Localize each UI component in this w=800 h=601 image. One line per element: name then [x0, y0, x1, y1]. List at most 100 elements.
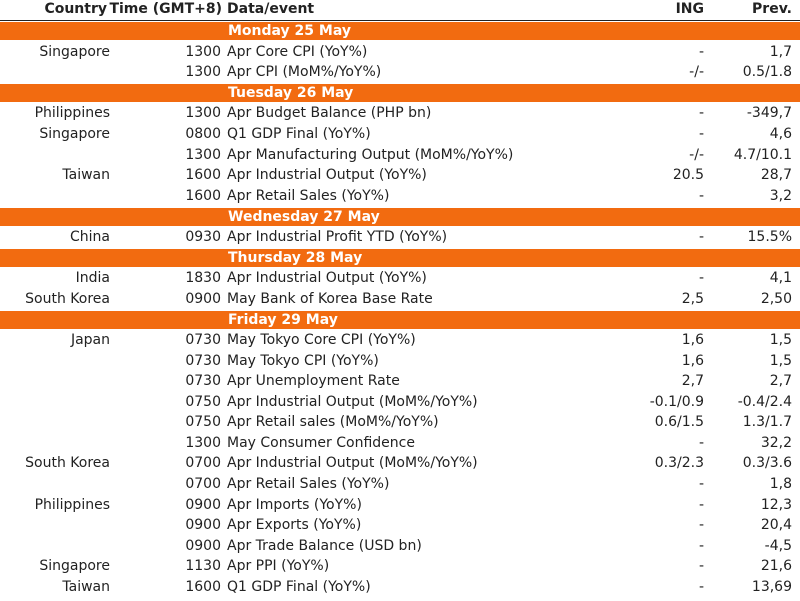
cell-prev: 20,4 — [760, 517, 792, 534]
cell-prev: 2,50 — [760, 290, 792, 307]
cell-ing: -/- — [689, 146, 704, 163]
table-row: Taiwan 1600 Q1 GDP Final (YoY%) - 13,69 — [0, 577, 800, 598]
header-country: Country — [44, 1, 107, 17]
cell-time: 0730 — [185, 373, 221, 390]
cell-event: Apr Industrial Output (YoY%) — [227, 270, 427, 287]
cell-event: Q1 GDP Final (YoY%) — [227, 125, 371, 142]
cell-country: Singapore — [39, 125, 110, 142]
cell-time: 0700 — [185, 455, 221, 472]
table-row: 0900 Apr Trade Balance (USD bn) - -4,5 — [0, 536, 800, 557]
cell-ing: - — [698, 496, 704, 513]
day-label: Tuesday 26 May — [228, 85, 354, 102]
cell-time: 0900 — [185, 517, 221, 534]
header-event: Data/event — [227, 1, 315, 17]
cell-event: Apr Unemployment Rate — [227, 373, 400, 390]
cell-prev: 4,1 — [769, 270, 792, 287]
cell-ing: 1,6 — [681, 352, 704, 369]
cell-country: Philippines — [34, 105, 110, 122]
table-row: Philippines 0900 Apr Imports (YoY%) - 12,3 — [0, 495, 800, 516]
cell-time: 1300 — [185, 434, 221, 451]
cell-time: 0930 — [185, 228, 221, 245]
table-row: Taiwan 1600 Apr Industrial Output (YoY%) 20… — [0, 165, 800, 186]
table-header: Country Time (GMT+8) Data/event ING Prev… — [0, 0, 800, 21]
cell-prev: 32,2 — [760, 434, 792, 451]
cell-event: Apr Retail sales (MoM%/YoY%) — [227, 414, 439, 431]
cell-prev: 1,5 — [769, 352, 792, 369]
cell-event: Apr CPI (MoM%/YoY%) — [227, 64, 382, 81]
cell-time: 1830 — [185, 270, 221, 287]
cell-country: Taiwan — [62, 167, 110, 184]
cell-ing: - — [698, 558, 704, 575]
cell-event: Apr Budget Balance (PHP bn) — [227, 105, 432, 122]
table-row: Japan 0730 May Tokyo Core CPI (YoY%) 1,6 1,5 — [0, 330, 800, 351]
cell-prev: 4.7/10.1 — [733, 146, 792, 163]
cell-country: Singapore — [39, 558, 110, 575]
cell-event: Apr Retail Sales (YoY%) — [227, 187, 390, 204]
cell-country: India — [75, 270, 110, 287]
day-banner: Monday 25 May — [0, 22, 800, 41]
cell-event: May Tokyo CPI (YoY%) — [227, 352, 379, 369]
table-row: Singapore 0800 Q1 GDP Final (YoY%) - 4,6 — [0, 124, 800, 145]
table-row: China 0930 Apr Industrial Profit YTD (YoY%… — [0, 227, 800, 248]
cell-time: 1600 — [185, 167, 221, 184]
cell-ing: - — [698, 187, 704, 204]
table-row: 0700 Apr Retail Sales (YoY%) - 1,8 — [0, 474, 800, 495]
cell-prev: 4,6 — [769, 125, 792, 142]
table-row: South Korea 0700 Apr Industrial Output (Mo… — [0, 453, 800, 474]
cell-event: Apr Retail Sales (YoY%) — [227, 476, 390, 493]
cell-time: 0730 — [185, 331, 221, 348]
header-ing: ING — [675, 1, 704, 17]
cell-ing: - — [698, 476, 704, 493]
cell-time: 0700 — [185, 476, 221, 493]
header-prev: Prev. — [752, 1, 792, 17]
cell-prev: 3,2 — [769, 187, 792, 204]
cell-event: Apr PPI (YoY%) — [227, 558, 330, 575]
cell-time: 0900 — [185, 290, 221, 307]
cell-event: Apr Core CPI (YoY%) — [227, 43, 368, 60]
cell-prev: 1,5 — [769, 331, 792, 348]
cell-country: Taiwan — [62, 579, 110, 596]
cell-prev: 1,8 — [769, 476, 792, 493]
table-row: 0750 Apr Industrial Output (MoM%/YoY%) -0.… — [0, 392, 800, 413]
table-row: Philippines 1300 Apr Budget Balance (PHP b… — [0, 103, 800, 124]
cell-event: Apr Industrial Output (MoM%/YoY%) — [227, 393, 478, 410]
day-label: Monday 25 May — [228, 23, 351, 40]
day-banner: Thursday 28 May — [0, 248, 800, 267]
cell-prev: 13,69 — [751, 579, 792, 596]
cell-country: Japan — [70, 331, 110, 348]
day-banner: Wednesday 27 May — [0, 207, 800, 226]
table-row: 1300 Apr CPI (MoM%/YoY%) -/- 0.5/1.8 — [0, 62, 800, 83]
cell-time: 1600 — [185, 187, 221, 204]
cell-prev: 12,3 — [760, 496, 792, 513]
cell-country: South Korea — [25, 455, 110, 472]
table-row: Singapore 1300 Apr Core CPI (YoY%) - 1,7 — [0, 42, 800, 63]
cell-event: May Bank of Korea Base Rate — [227, 290, 433, 307]
cell-country: South Korea — [25, 290, 110, 307]
cell-prev: 1.3/1.7 — [742, 414, 792, 431]
table-row: 0750 Apr Retail sales (MoM%/YoY%) 0.6/1.5 1… — [0, 412, 800, 433]
header-time: Time (GMT+8) — [109, 1, 222, 17]
cell-ing: 2,5 — [681, 290, 704, 307]
table-row: Singapore 1130 Apr PPI (YoY%) - 21,6 — [0, 556, 800, 577]
cell-event: Apr Trade Balance (USD bn) — [227, 537, 422, 554]
cell-prev: 15.5% — [747, 228, 792, 245]
cell-ing: - — [698, 105, 704, 122]
table-row: 0900 Apr Exports (YoY%) - 20,4 — [0, 515, 800, 536]
table-row: South Korea 0900 May Bank of Korea Base Ra… — [0, 289, 800, 310]
cell-prev: -0.4/2.4 — [737, 393, 792, 410]
table-row: 1600 Apr Retail Sales (YoY%) - 3,2 — [0, 186, 800, 207]
cell-event: Apr Imports (YoY%) — [227, 496, 362, 513]
cell-ing: - — [698, 270, 704, 287]
cell-ing: 2,7 — [681, 373, 704, 390]
cell-country: China — [70, 228, 110, 245]
cell-time: 1130 — [185, 558, 221, 575]
cell-time: 0800 — [185, 125, 221, 142]
cell-ing: - — [698, 434, 704, 451]
table-row: 1300 Apr Manufacturing Output (MoM%/YoY%)… — [0, 145, 800, 166]
cell-event: Q1 GDP Final (YoY%) — [227, 579, 371, 596]
cell-prev: 0.3/3.6 — [742, 455, 792, 472]
cell-time: 1300 — [185, 146, 221, 163]
cell-ing: - — [698, 517, 704, 534]
table-row: 0730 Apr Unemployment Rate 2,7 2,7 — [0, 371, 800, 392]
cell-ing: 20.5 — [672, 167, 704, 184]
